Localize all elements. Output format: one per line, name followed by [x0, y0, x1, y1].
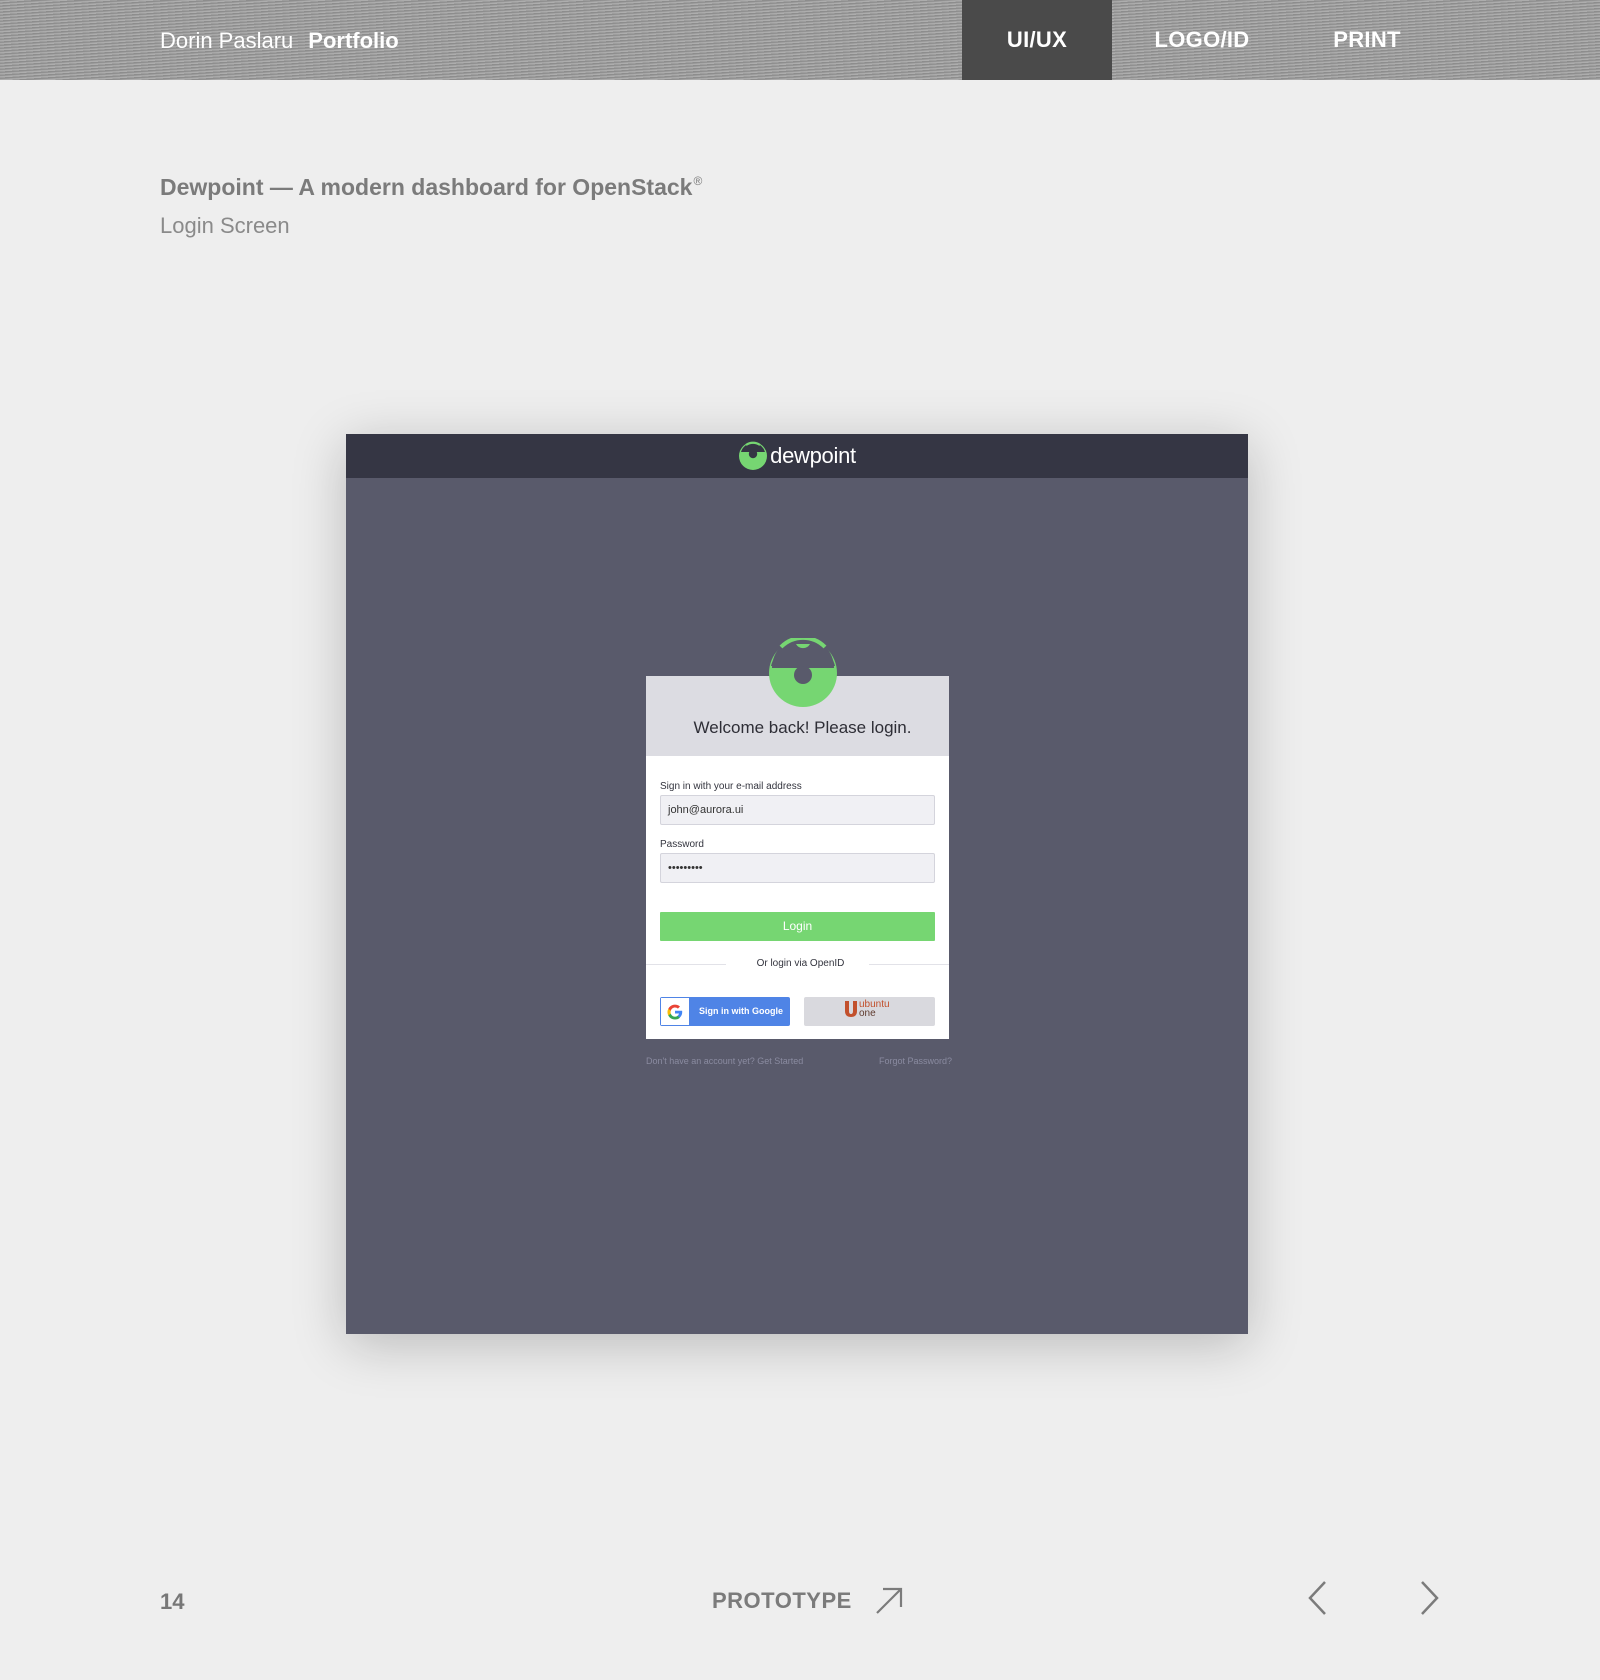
- dewpoint-logo: dewpoint: [738, 441, 856, 471]
- nav-tab-print[interactable]: PRINT: [1292, 0, 1442, 80]
- forgot-password-link[interactable]: Forgot Password?: [879, 1056, 952, 1066]
- login-button[interactable]: Login: [660, 912, 935, 941]
- mockup-topbar: dewpoint: [346, 434, 1248, 478]
- dewpoint-logo-icon: [739, 441, 768, 470]
- prototype-link[interactable]: PROTOTYPE: [712, 1586, 904, 1616]
- ubuntu-one-wordmark: ubuntu one: [859, 1000, 890, 1019]
- email-field[interactable]: john@aurora.ui: [660, 795, 935, 825]
- nav-tab-logo-id[interactable]: LOGO/ID: [1112, 0, 1292, 80]
- login-card: Welcome back! Please login. Sign in with…: [646, 638, 949, 1039]
- divider-line-right: [869, 964, 949, 965]
- ubuntu-u-icon: [845, 1001, 857, 1017]
- main-nav: UI/UX LOGO/ID PRINT: [962, 0, 1442, 80]
- top-header: Dorin Paslaru Portfolio UI/UX LOGO/ID PR…: [0, 0, 1600, 80]
- nav-tab-uiux[interactable]: UI/UX: [962, 0, 1112, 80]
- ubuntu-one-signin-button[interactable]: ubuntu one: [804, 997, 935, 1026]
- chevron-left-icon[interactable]: [1306, 1580, 1330, 1616]
- dewpoint-logo-text: dewpoint: [770, 443, 856, 468]
- prototype-label: PROTOTYPE: [712, 1588, 852, 1613]
- google-signin-button[interactable]: Sign in with Google: [660, 997, 790, 1026]
- openid-divider: Or login via OpenID: [646, 958, 949, 970]
- get-started-link[interactable]: Don't have an account yet? Get Started: [646, 1056, 803, 1066]
- chevron-right-icon[interactable]: [1417, 1580, 1441, 1616]
- login-screen-mockup: dewpoint Welcome back! Please login. Sig…: [346, 434, 1248, 1334]
- dewpoint-badge-icon: [769, 638, 837, 707]
- page-number: 14: [160, 1589, 185, 1614]
- welcome-message: Welcome back! Please login.: [693, 718, 912, 737]
- author-name: Dorin Paslaru: [160, 28, 294, 53]
- portfolio-label: Portfolio: [308, 28, 399, 53]
- registered-mark: ®: [693, 174, 703, 188]
- login-footer-links: Don't have an account yet? Get Started F…: [646, 1056, 952, 1070]
- one-word: one: [859, 1008, 876, 1019]
- google-icon: [661, 998, 689, 1025]
- ubuntu-one-logo: ubuntu one: [844, 1000, 890, 1019]
- project-title-text: Dewpoint — A modern dashboard for OpenSt…: [160, 174, 693, 200]
- password-label: Password: [660, 839, 704, 850]
- google-signin-label: Sign in with Google: [699, 1006, 783, 1016]
- arrow-up-right-icon: [876, 1587, 902, 1614]
- brand[interactable]: Dorin Paslaru Portfolio: [160, 28, 399, 58]
- password-field[interactable]: •••••••••: [660, 853, 935, 883]
- email-label: Sign in with your e-mail address: [660, 781, 802, 792]
- project-title: Dewpoint — A modern dashboard for OpenSt…: [160, 174, 702, 201]
- project-subtitle: Login Screen: [160, 213, 290, 238]
